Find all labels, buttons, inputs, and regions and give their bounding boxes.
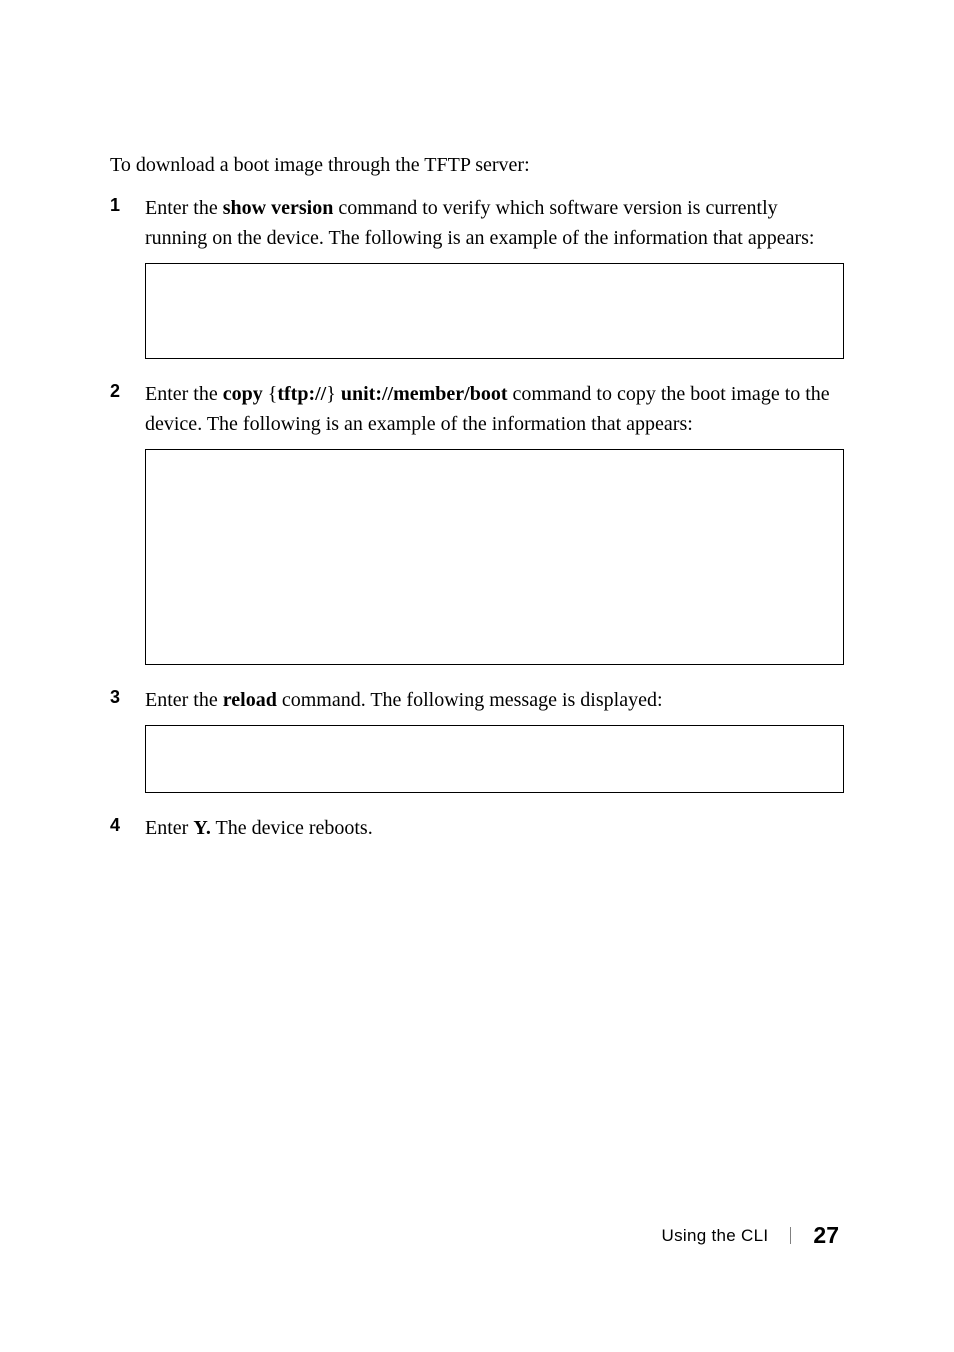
step-2-brace2: } [326, 383, 336, 405]
step-4-mid: The device reboots. [211, 817, 373, 839]
step-3-prefix: Enter the [145, 689, 223, 711]
step-1-code-box [145, 263, 844, 359]
step-4-prefix: Enter [145, 817, 193, 839]
intro-text: To download a boot image through the TFT… [110, 150, 844, 180]
step-2-text: Enter the copy {tftp://} unit://member/b… [145, 379, 844, 439]
step-1-command: show version [223, 197, 334, 219]
step-2-prefix: Enter the [145, 383, 223, 405]
step-2-brace1: { [268, 383, 278, 405]
step-1: 1 Enter the show version command to veri… [145, 193, 844, 359]
step-4: 4 Enter Y. The device reboots. [145, 813, 844, 843]
step-3-number: 3 [110, 687, 120, 708]
step-2: 2 Enter the copy {tftp://} unit://member… [145, 379, 844, 665]
step-3-command: reload [223, 689, 277, 711]
step-2-cmd1: copy [223, 383, 268, 405]
step-4-command: Y. [193, 817, 211, 839]
step-3-text: Enter the reload command. The following … [145, 685, 844, 715]
step-3-code-box [145, 725, 844, 793]
step-2-italic: member/boot [393, 383, 507, 405]
step-2-number: 2 [110, 381, 120, 402]
step-1-prefix: Enter the [145, 197, 223, 219]
step-list: 1 Enter the show version command to veri… [110, 193, 844, 843]
step-3: 3 Enter the reload command. The followin… [145, 685, 844, 793]
step-2-code-box [145, 449, 844, 665]
footer-section-title: Using the CLI [662, 1226, 769, 1246]
page-footer: Using the CLI 27 [662, 1222, 840, 1249]
step-1-number: 1 [110, 195, 120, 216]
footer-page-number: 27 [813, 1222, 839, 1249]
step-3-mid: command. The following message is displa… [277, 689, 663, 711]
step-4-number: 4 [110, 815, 120, 836]
step-2-inner: tftp:// [277, 383, 326, 405]
step-1-text: Enter the show version command to verify… [145, 193, 844, 253]
footer-divider [790, 1227, 791, 1244]
step-4-text: Enter Y. The device reboots. [145, 813, 844, 843]
step-2-cmd2: unit:// [336, 383, 393, 405]
